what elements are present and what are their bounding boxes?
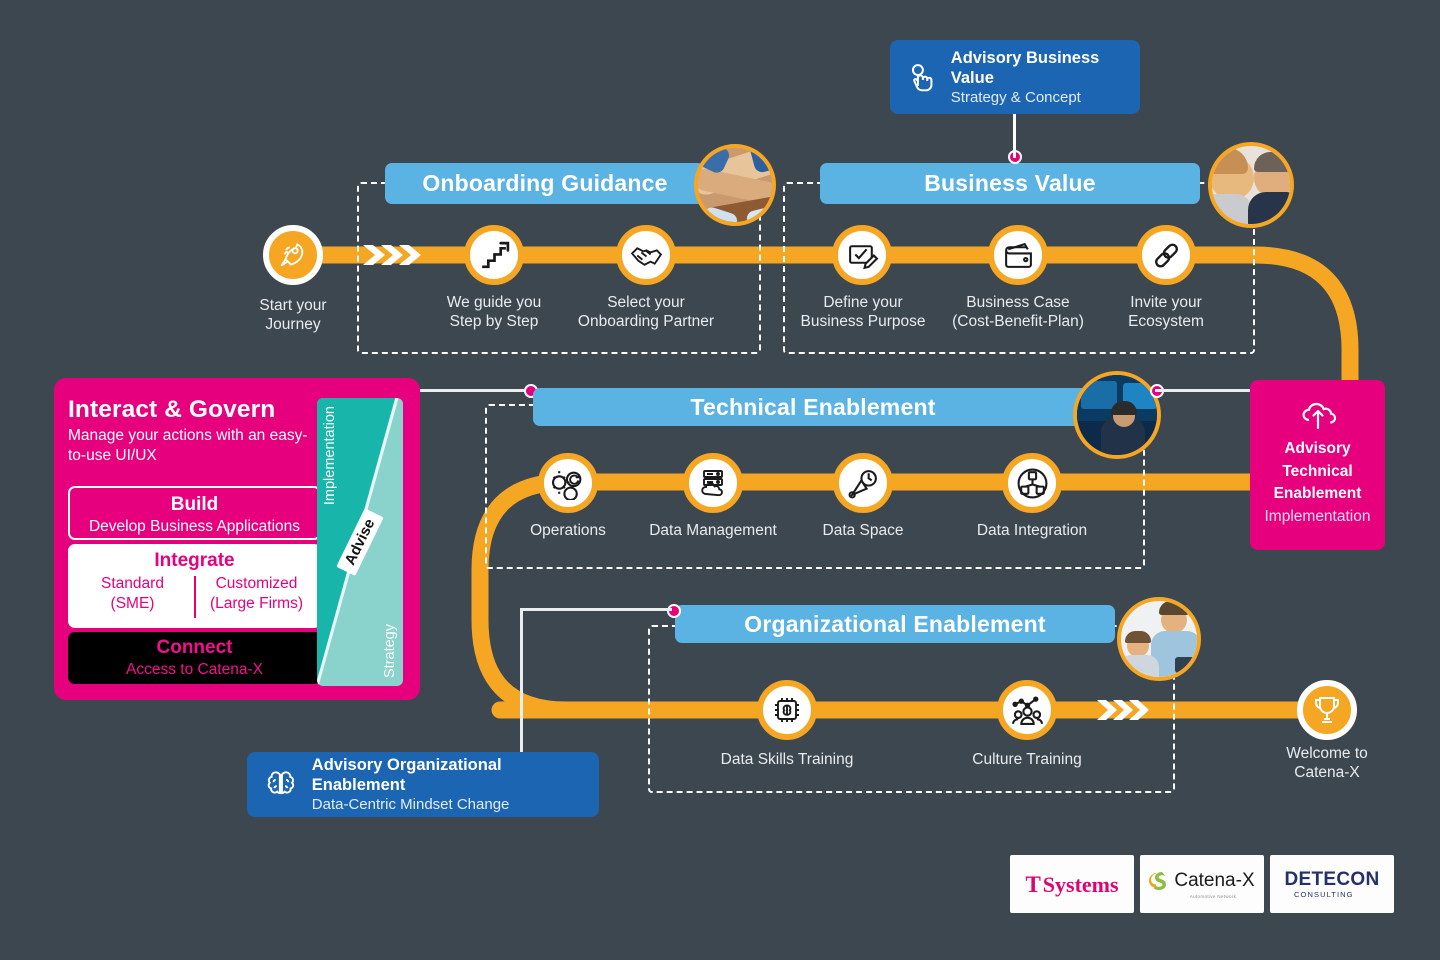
callout-subtitle: Data-Centric Mindset Change — [311, 796, 510, 813]
checklist-pen-icon — [848, 244, 878, 269]
node-label-operations: Operations — [530, 522, 606, 539]
chevron-arrows-organizational — [1097, 700, 1149, 720]
handshake-icon — [630, 246, 662, 266]
govern-integrate-box[interactable]: Integrate Standard (SME) Customized (Lar… — [68, 544, 321, 628]
cloud-upload-icon — [1301, 403, 1336, 430]
connector-dot-organizational — [667, 604, 681, 618]
callout-title: Advisory Business Value — [950, 48, 1100, 87]
node-data-management[interactable] — [683, 453, 743, 513]
callout-subtitle: Strategy & Concept — [950, 88, 1081, 106]
detecon-subtitle: CONSULTING — [1294, 889, 1354, 899]
connector-line-org-vertical — [520, 608, 523, 753]
node-define-business-purpose[interactable] — [832, 225, 892, 285]
brain-icon — [267, 770, 295, 794]
trophy-icon — [1315, 697, 1339, 723]
wedge-label-strategy: Strategy — [382, 624, 398, 678]
build-subtitle: Develop Business Applications — [88, 518, 301, 535]
node-label-data-integration: Data Integration — [976, 522, 1088, 539]
integrate-right-option: Customized (Large Firms) — [209, 575, 303, 612]
chain-link-icon — [1154, 243, 1178, 267]
node-label-ecosystem: Invite your Ecosystem — [1128, 294, 1204, 330]
govern-build-box[interactable]: Build Develop Business Applications — [68, 486, 321, 540]
detecon-name: DETECON — [1284, 868, 1380, 890]
node-label-start: Start your Journey — [259, 297, 327, 333]
callout-subtitle: Implementation — [1264, 507, 1371, 525]
node-label-partner: Select your Onboarding Partner — [577, 294, 715, 330]
click-hand-icon — [911, 64, 933, 92]
catena-x-subtitle: Automotive Network — [1189, 893, 1237, 899]
node-business-case[interactable] — [988, 225, 1048, 285]
callout-advisory-technical-enablement[interactable]: Advisory Technical Enablement Implementa… — [1250, 380, 1385, 550]
network-nodes-icon — [1017, 468, 1047, 498]
callout-advisory-organizational-enablement[interactable]: Advisory Organizational Enablement Data-… — [247, 752, 599, 817]
node-label-data-space: Data Space — [822, 522, 904, 539]
logo-bar: T Systems Catena-X Automotive Network DE… — [1010, 855, 1394, 913]
govern-subtitle: Manage your actions with an easy-to-use … — [68, 427, 308, 464]
node-label-data-skills: Data Skills Training — [720, 751, 854, 768]
section-header-onboarding: Onboarding Guidance — [385, 163, 705, 204]
node-welcome-to-catena-x[interactable] — [1297, 680, 1357, 740]
advise-wedge: Implementation Strategy Advise — [317, 398, 403, 686]
connector-line-govern-to-technical — [420, 389, 535, 392]
logo-detecon: DETECON CONSULTING — [1270, 855, 1394, 913]
govern-connect-box[interactable]: Connect Access to Catena-X — [68, 632, 321, 684]
callout-title: Advisory Technical Enablement — [1273, 440, 1362, 503]
connect-title: Connect — [156, 637, 233, 658]
satellite-dish-icon — [848, 469, 877, 498]
build-title: Build — [170, 494, 219, 515]
catena-x-mark-icon — [1149, 871, 1167, 890]
chevron-arrows-onboarding — [363, 245, 421, 265]
node-operations[interactable] — [538, 453, 598, 513]
section-header-technical: Technical Enablement — [533, 388, 1093, 426]
t-systems-mark: T — [1025, 871, 1041, 897]
server-cloud-icon — [701, 470, 723, 497]
integrate-title: Integrate — [154, 550, 235, 571]
node-start-your-journey[interactable] — [263, 225, 323, 285]
rocket-icon — [280, 243, 304, 267]
photo-two-colleagues — [1208, 142, 1294, 228]
node-select-onboarding-partner[interactable] — [616, 225, 676, 285]
govern-title: Interact & Govern — [68, 396, 276, 423]
node-label-guide: We guide you Step by Step — [446, 294, 542, 330]
connector-line-org-horizontal — [520, 608, 672, 611]
node-we-guide-you[interactable] — [464, 225, 524, 285]
callout-title: Advisory Organizational Enablement — [311, 756, 502, 794]
t-systems-name: Systems — [1042, 871, 1119, 897]
wedge-label-implementation: Implementation — [322, 406, 338, 506]
photo-team-hands — [694, 144, 776, 226]
callout-advisory-business-value[interactable]: Advisory Business Value Strategy & Conce… — [890, 40, 1140, 114]
node-culture-training[interactable] — [997, 680, 1057, 740]
section-header-business-value: Business Value — [820, 163, 1200, 204]
infographic-canvas: Onboarding Guidance Start your Journey W… — [0, 0, 1440, 960]
integrate-left-option: Standard (SME) — [101, 575, 164, 612]
photo-engineer-monitors — [1073, 371, 1161, 459]
integrate-divider — [193, 576, 196, 618]
connector-line-business-value — [1013, 114, 1016, 158]
node-label-culture: Culture Training — [972, 751, 1082, 768]
node-label-welcome: Welcome to Catena-X — [1286, 745, 1368, 781]
photo-trainer-and-student — [1117, 597, 1201, 681]
ai-chip-brain-icon — [775, 698, 799, 722]
logo-catena-x: Catena-X Automotive Network — [1140, 855, 1264, 913]
people-chart-icon — [1011, 695, 1043, 725]
node-data-skills-training[interactable] — [757, 680, 817, 740]
stairs-arrow-icon — [481, 241, 509, 268]
catena-x-name: Catena-X — [1174, 870, 1255, 891]
node-label-data-management: Data Management — [649, 522, 777, 539]
connect-subtitle: Access to Catena-X — [126, 661, 263, 678]
node-invite-ecosystem[interactable] — [1136, 225, 1196, 285]
wallet-icon — [1004, 242, 1032, 268]
gear-refresh-icon — [551, 470, 581, 500]
section-header-organizational: Organizational Enablement — [675, 605, 1115, 643]
connector-line-technical-to-advisory — [1155, 389, 1255, 392]
logo-t-systems: T Systems — [1010, 855, 1134, 913]
node-data-space[interactable] — [833, 453, 893, 513]
node-label-business-case: Business Case (Cost-Benefit-Plan) — [952, 294, 1084, 330]
node-data-integration[interactable] — [1002, 453, 1062, 513]
